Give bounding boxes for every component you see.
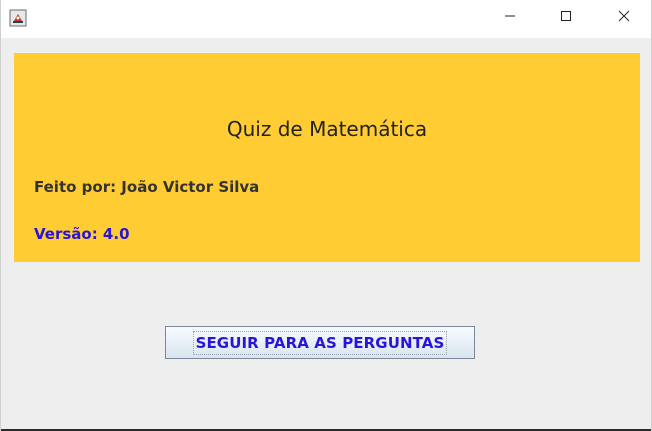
title-bar[interactable]	[1, 0, 651, 38]
maximize-button[interactable]	[543, 0, 589, 36]
close-icon	[618, 9, 630, 27]
next-questions-label: SEGUIR PARA AS PERGUNTAS	[192, 330, 448, 355]
minimize-icon	[504, 9, 516, 27]
header-panel: Quiz de Matemática Feito por: João Victo…	[14, 53, 640, 262]
app-window: Quiz de Matemática Feito por: João Victo…	[0, 0, 652, 431]
minimize-button[interactable]	[487, 0, 533, 36]
close-button[interactable]	[601, 0, 647, 36]
version-label: Versão: 4.0	[34, 225, 130, 243]
content-pane: Quiz de Matemática Feito por: João Victo…	[1, 38, 651, 431]
maximize-icon	[560, 9, 572, 27]
author-label: Feito por: João Victor Silva	[34, 178, 260, 196]
next-questions-button[interactable]: SEGUIR PARA AS PERGUNTAS	[165, 326, 475, 359]
java-app-icon	[9, 9, 27, 27]
quiz-title: Quiz de Matemática	[226, 117, 428, 141]
